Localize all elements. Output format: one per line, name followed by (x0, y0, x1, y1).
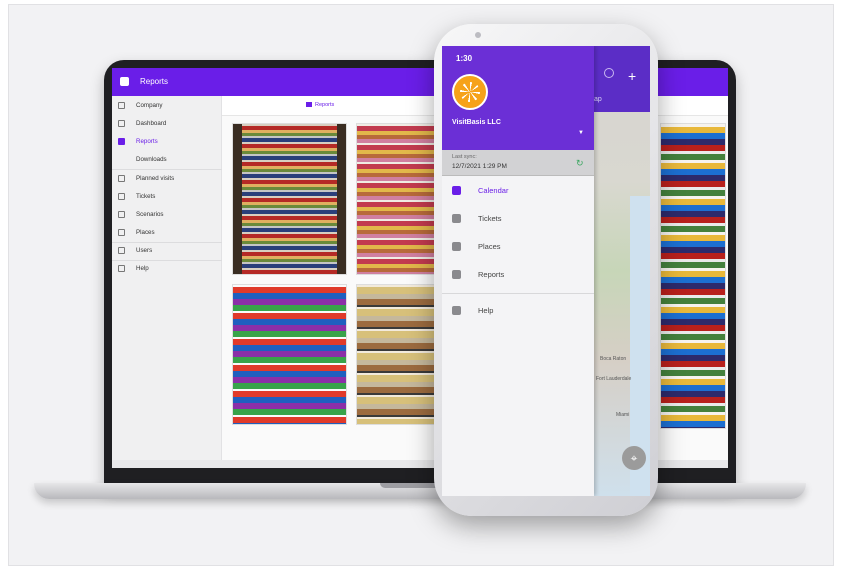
sidebar-item-label: Help (136, 265, 149, 272)
app-bar-right (652, 68, 728, 96)
sidebar-item-company[interactable]: Company (112, 98, 222, 114)
sync-time: 12/7/2021 1:29 PM (452, 163, 507, 170)
my-location-button[interactable]: ⌖ (622, 446, 646, 470)
shelf-photo[interactable] (356, 123, 436, 275)
search-icon[interactable] (604, 68, 614, 78)
planned-visits-icon (118, 175, 125, 182)
sidebar-item-tickets[interactable]: Tickets (112, 189, 222, 205)
app-title: Reports (140, 77, 169, 86)
app-logo-icon (120, 77, 129, 86)
menu-item-label: Reports (478, 270, 505, 279)
tab-reports[interactable]: Reports (306, 102, 334, 108)
map-label: Miami (616, 412, 630, 418)
map-label: Fort Lauderdale (596, 376, 632, 382)
menu-item-reports[interactable]: Reports (442, 262, 594, 288)
sidebar-item-users[interactable]: Users (112, 243, 222, 259)
menu-item-label: Help (478, 306, 494, 315)
org-logo-icon (452, 74, 488, 110)
company-icon (118, 102, 125, 109)
sidebar-item-reports[interactable]: Reports (112, 134, 222, 150)
drawer-header: 1:30 VisitBasis LLC ▼ (442, 46, 594, 150)
sidebar-item-dashboard[interactable]: Dashboard (112, 116, 222, 132)
sidebar-item-scenarios[interactable]: Scenarios (112, 207, 222, 223)
menu-item-label: Calendar (478, 186, 509, 195)
menu-item-label: Places (478, 242, 501, 251)
map-tab[interactable]: ap (594, 96, 602, 103)
menu-item-places[interactable]: Places (442, 234, 594, 260)
tickets-icon (452, 214, 461, 223)
org-name: VisitBasis LLC (452, 119, 501, 126)
place-icon (118, 229, 125, 236)
shelf-photo[interactable] (232, 123, 347, 275)
sidebar-item-help[interactable]: Help (112, 261, 222, 277)
dropdown-caret-icon[interactable]: ▼ (578, 130, 584, 136)
sidebar-item-label: Dashboard (136, 120, 167, 127)
sidebar-item-downloads[interactable]: Downloads (112, 152, 222, 168)
sidebar-item-label: Downloads (136, 156, 167, 163)
add-icon[interactable]: + (628, 68, 636, 84)
sync-bar: Last sync: 12/7/2021 1:29 PM ↻ (442, 150, 594, 176)
help-icon (118, 265, 125, 272)
sidebar-item-label: Users (136, 247, 153, 254)
sidebar-item-label: Planned visits (136, 175, 175, 182)
menu-item-tickets[interactable]: Tickets (442, 206, 594, 232)
camera-icon (475, 32, 481, 38)
place-icon (452, 242, 461, 251)
reports-tab-icon (306, 102, 312, 107)
users-icon (118, 247, 125, 254)
reports-icon (118, 138, 125, 145)
phone-screen: Boca Raton Fort Lauderdale Miami ⌖ + ap … (442, 46, 650, 496)
sync-label: Last sync: (452, 154, 477, 160)
tab-label: Reports (315, 102, 335, 108)
dashboard-icon (118, 120, 125, 127)
shelf-photo[interactable] (232, 284, 347, 425)
sidebar-item-label: Reports (136, 138, 158, 145)
laptop-sidebar: Company Dashboard Reports Downloads Plan… (112, 96, 222, 468)
sync-icon[interactable]: ↻ (576, 158, 584, 169)
sidebar-item-places[interactable]: Places (112, 225, 222, 241)
sidebar-item-label: Places (136, 229, 155, 236)
menu-item-help[interactable]: Help (442, 298, 594, 324)
sidebar-divider (112, 169, 222, 170)
sidebar-item-label: Tickets (136, 193, 156, 200)
tickets-icon (118, 193, 125, 200)
map-view[interactable]: Boca Raton Fort Lauderdale Miami ⌖ (594, 46, 650, 496)
sidebar-item-planned-visits[interactable]: Planned visits (112, 171, 222, 187)
map-header: + ap (594, 46, 650, 112)
menu-divider (442, 293, 594, 294)
menu-item-label: Tickets (478, 214, 502, 223)
navigation-drawer: 1:30 VisitBasis LLC ▼ Last sync: 12/7/20… (442, 46, 594, 496)
scenarios-icon (118, 211, 125, 218)
status-time: 1:30 (456, 54, 473, 63)
sidebar-item-label: Company (136, 102, 163, 109)
calendar-icon (452, 186, 461, 195)
help-book-icon (452, 306, 461, 315)
menu-item-calendar[interactable]: Calendar (442, 178, 594, 204)
shelf-photo[interactable] (660, 123, 726, 429)
reports-icon (452, 270, 461, 279)
shelf-photo[interactable] (356, 284, 436, 425)
sidebar-item-label: Scenarios (136, 211, 164, 218)
map-label: Boca Raton (600, 356, 627, 362)
